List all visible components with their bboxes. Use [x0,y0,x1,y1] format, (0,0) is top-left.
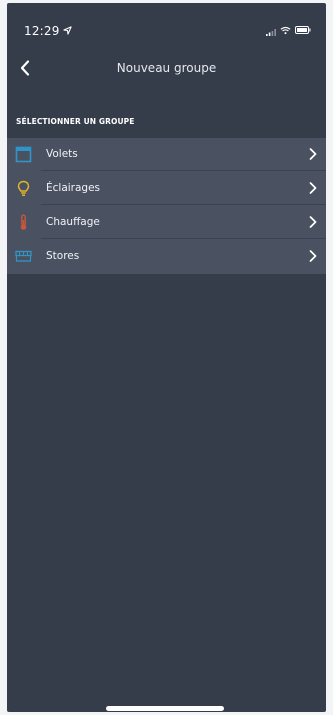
page-title: Nouveau groupe [116,61,217,75]
divider [41,204,326,205]
wifi-icon [280,26,291,35]
divider [41,170,326,171]
battery-icon [295,26,311,34]
list-item-stores[interactable]: Stores [7,240,326,274]
shutter-icon [15,146,32,163]
app-screen: 12:29 Nouveau groupe SÉLECTIONNER UN GRO… [7,3,326,712]
status-time: 12:29 [24,24,60,38]
lightbulb-icon [17,180,30,196]
list-item-volets[interactable]: Volets [7,138,326,171]
navigation-bar: Nouveau groupe [7,53,326,89]
list-item-eclairages[interactable]: Éclairages [7,172,326,205]
home-indicator[interactable] [106,706,224,711]
location-icon [63,26,72,35]
signal-icon [266,29,276,36]
chevron-right-icon [309,216,317,228]
list-item-chauffage[interactable]: Chauffage [7,206,326,239]
divider [41,238,326,239]
group-list: Volets Éclairages Chauffage Stores [7,138,326,274]
status-bar: 12:29 [7,3,326,53]
list-item-label: Stores [46,250,80,262]
thermometer-icon [20,214,27,230]
section-header: SÉLECTIONNER UN GROUPE [16,117,135,126]
list-item-label: Chauffage [46,216,100,228]
chevron-right-icon [309,250,317,262]
list-item-label: Volets [46,148,78,160]
chevron-right-icon [309,182,317,194]
list-item-label: Éclairages [46,182,101,194]
awning-icon [15,250,32,262]
chevron-right-icon [309,148,317,160]
